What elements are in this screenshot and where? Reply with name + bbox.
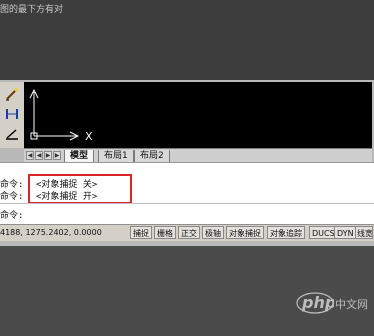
- status-bar: 4188, 1275.2402, 0.0000 捕捉 栅格 正交 极轴 对象捕捉…: [0, 224, 374, 241]
- drawing-viewport[interactable]: X: [24, 82, 372, 148]
- tab-next-button[interactable]: ▶: [44, 151, 52, 160]
- tab-prev-button[interactable]: ◀: [35, 151, 43, 160]
- left-toolbar: [0, 82, 25, 148]
- watermark-brand: php: [301, 293, 334, 312]
- watermark-text: 中文网: [335, 298, 368, 311]
- grid-toggle[interactable]: 栅格: [154, 226, 176, 239]
- tab-last-button[interactable]: ▶: [53, 151, 61, 160]
- pencil-tool-icon[interactable]: [4, 86, 20, 102]
- osnap-toggle[interactable]: 对象捕捉: [226, 226, 264, 239]
- polar-toggle[interactable]: 极轴: [202, 226, 224, 239]
- coordinate-readout: 4188, 1275.2402, 0.0000: [0, 228, 102, 237]
- ucs-axis-icon: [29, 88, 80, 141]
- command-separator: [0, 203, 374, 204]
- dimension-tool-icon[interactable]: [4, 106, 20, 122]
- caption-text: 图的最下方有对: [0, 5, 64, 15]
- layout-tabs-bar: ◀ ◀ ▶ ▶ 模型 布局1 布局2: [24, 148, 372, 163]
- axis-x-label: X: [85, 130, 93, 143]
- leader-tool-icon[interactable]: [4, 126, 20, 142]
- php-logo-icon: php: [296, 292, 334, 314]
- command-prompt-label: 命令:: [0, 211, 24, 221]
- tab-first-button[interactable]: ◀: [26, 151, 34, 160]
- dyn-toggle[interactable]: DYN: [334, 226, 357, 239]
- otrack-toggle[interactable]: 对象追踪: [267, 226, 305, 239]
- annotation-highlight-box: [28, 174, 132, 204]
- command-window[interactable]: 命令: <对象捕捉 关> 命令: <对象捕捉 开> 命令:: [0, 162, 374, 225]
- snap-toggle[interactable]: 捕捉: [130, 226, 152, 239]
- ortho-toggle[interactable]: 正交: [178, 226, 200, 239]
- command-prompt-label: 命令:: [0, 192, 24, 202]
- lineweight-toggle[interactable]: 线宽: [355, 226, 373, 239]
